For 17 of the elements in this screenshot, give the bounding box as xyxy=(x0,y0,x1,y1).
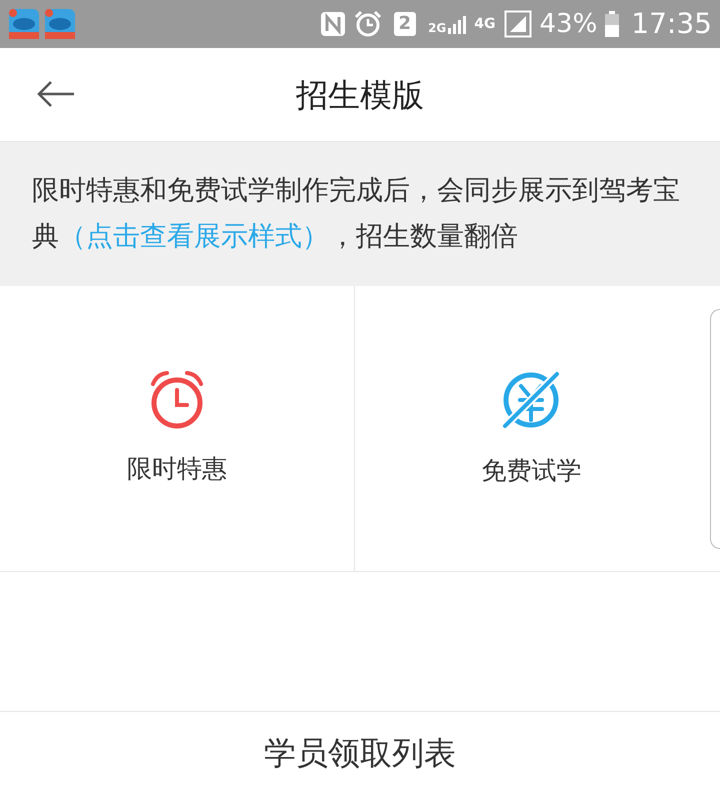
app-notification-icon xyxy=(8,8,40,40)
alarm-clock-icon xyxy=(148,370,205,430)
side-panel-handle[interactable] xyxy=(710,308,720,548)
nfc-icon xyxy=(320,11,346,37)
battery-percent: 43% xyxy=(540,11,598,37)
signal-icon xyxy=(446,14,466,34)
alarm-icon xyxy=(354,10,382,38)
clock-time: 17:35 xyxy=(631,10,712,38)
student-claim-list-button[interactable]: 学员领取列表 xyxy=(264,729,456,777)
network-type: 4G xyxy=(474,17,496,31)
app-notification-icon xyxy=(44,8,76,40)
page-title: 招生模版 xyxy=(296,74,424,116)
network-type: 2G xyxy=(428,22,446,34)
sim-slot-badge: 2 xyxy=(394,12,416,36)
notice-text: 限时特惠和免费试学制作完成后，会同步展示到驾考宝典（点击查看展示样式），招生数量翻倍 xyxy=(32,174,681,254)
battery-icon xyxy=(605,11,620,37)
signal-icon xyxy=(504,10,532,38)
